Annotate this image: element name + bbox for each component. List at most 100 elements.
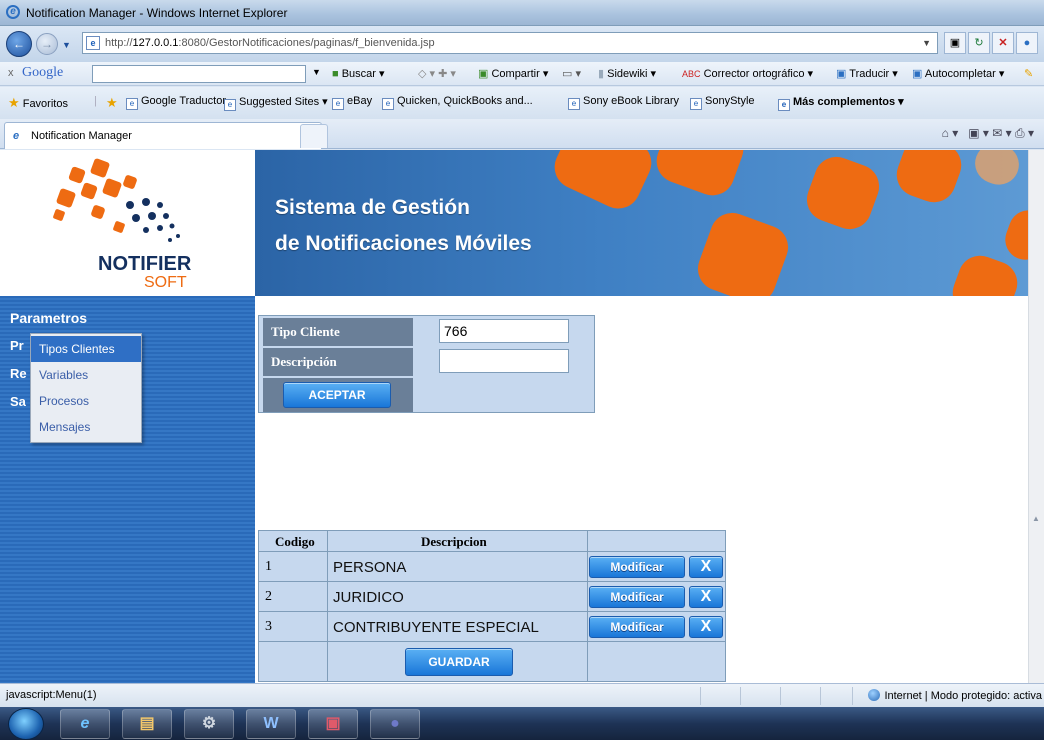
sidebar-heading[interactable]: Parametros: [10, 310, 87, 326]
sidewiki-button[interactable]: ▮ Sidewiki ▾: [598, 67, 656, 80]
sidebar-item-hidden[interactable]: Sa: [10, 394, 26, 409]
table-row: 3 CONTRIBUYENTE ESPECIAL Modificar X: [259, 611, 725, 641]
tab-notification-manager[interactable]: e Notification Manager: [4, 122, 322, 149]
banner-title-line1: Sistema de Gestión: [275, 196, 470, 219]
page-icon: e: [382, 98, 394, 110]
menu-item-procesos[interactable]: Procesos: [31, 388, 141, 414]
status-divider: [780, 687, 781, 705]
modificar-button[interactable]: Modificar: [589, 586, 685, 608]
fav-sonystyle[interactable]: e SonyStyle: [690, 95, 755, 110]
banner-shape: [547, 150, 659, 216]
tipo-cliente-input[interactable]: 766: [439, 319, 569, 343]
search-dropdown-icon[interactable]: ▼: [312, 67, 321, 77]
guardar-button[interactable]: GUARDAR: [405, 648, 513, 676]
print-icon[interactable]: ⎙: [1015, 126, 1025, 140]
page-icon: e: [86, 36, 100, 50]
compatibility-icon[interactable]: ▣: [944, 32, 966, 54]
status-divider: [820, 687, 821, 705]
google-toolbar: x Google ▼ ■ Buscar ▾ ◇ ▾ ✚ ▾ ▣ Comparti…: [0, 62, 1044, 86]
taskbar-eclipse-icon[interactable]: ●: [370, 709, 420, 739]
column-header-descripcion: Descripcion: [421, 534, 487, 549]
sidewiki-icon: ▮: [598, 68, 605, 80]
status-text: javascript:Menu(1): [6, 689, 97, 701]
column-header-codigo: Codigo: [275, 534, 315, 549]
back-button[interactable]: ←: [6, 31, 32, 57]
taskbar-word-icon[interactable]: W: [246, 709, 296, 739]
header-banner: Sistema de Gestión de Notificaciones Móv…: [255, 150, 1028, 296]
fav-mas-complementos[interactable]: e Más complementos ▾: [778, 95, 904, 111]
row-codigo: 2: [265, 589, 272, 604]
sidebar-item-hidden[interactable]: Pr: [10, 338, 24, 353]
command-bar[interactable]: ⌂ ▾ ▣ ▾ ✉ ▾ ⎙ ▾: [942, 126, 1034, 141]
favbar-divider: |: [94, 95, 97, 107]
corrector-button[interactable]: ABC Corrector ortográfico ▾: [682, 67, 813, 80]
autofill-icon: ▣: [912, 68, 923, 80]
taskbar-explorer-icon[interactable]: ▤: [122, 709, 172, 739]
page-scrollbar[interactable]: ▲: [1028, 150, 1044, 683]
google-search-input[interactable]: [92, 65, 306, 83]
descripcion-input[interactable]: [439, 349, 569, 373]
row-codigo: 3: [265, 619, 272, 634]
live-search-icon[interactable]: ●: [1016, 32, 1038, 54]
tipo-cliente-label: Tipo Cliente: [263, 318, 413, 346]
add-favorite-icon[interactable]: ★: [106, 95, 118, 111]
window-icon[interactable]: ▭ ▾: [562, 67, 581, 80]
aceptar-button[interactable]: ACEPTAR: [283, 382, 391, 408]
window-title: Notification Manager - Windows Internet …: [26, 6, 288, 20]
modificar-button[interactable]: Modificar: [589, 616, 685, 638]
autocompletar-button[interactable]: ▣ Autocompletar ▾: [912, 67, 1004, 80]
logo-graphic-icon: NOTIFIER SOFT: [53, 158, 192, 291]
row-codigo: 1: [265, 559, 272, 574]
address-bar[interactable]: e http://127.0.0.1:8080/GestorNotificaci…: [82, 32, 938, 54]
pencil-icon[interactable]: ✎: [1024, 67, 1033, 80]
start-button[interactable]: [8, 708, 44, 740]
toolbar-icons[interactable]: ◇ ▾ ✚ ▾: [418, 67, 456, 80]
tipo-cliente-form: Tipo Cliente 766 Descripción ACEPTAR: [258, 315, 595, 413]
scroll-up-icon[interactable]: ▲: [1032, 514, 1040, 523]
fav-sony-ebook[interactable]: e Sony eBook Library: [568, 95, 679, 110]
forward-button[interactable]: →: [36, 33, 58, 55]
banner-shape: [691, 206, 795, 296]
descripcion-label: Descripción: [263, 348, 413, 376]
parametros-dropdown: Tipos Clientes Variables Procesos Mensaj…: [30, 333, 142, 443]
menu-item-tipos-clientes[interactable]: Tipos Clientes: [31, 336, 141, 362]
stop-icon[interactable]: ✕: [992, 32, 1014, 54]
menu-item-mensajes[interactable]: Mensajes: [31, 414, 141, 440]
row-descripcion: PERSONA: [333, 559, 407, 576]
globe-icon: [868, 689, 881, 701]
favorites-bar: ★ Favoritos | ★ e Google Traductor e Sugge…: [0, 87, 1044, 119]
fav-ebay[interactable]: e eBay: [332, 95, 372, 110]
history-dropdown-icon[interactable]: ▼: [62, 40, 71, 50]
toolbar-close-icon[interactable]: x: [8, 67, 14, 79]
delete-icon[interactable]: X: [689, 556, 723, 578]
notifier-logo: NOTIFIER SOFT: [0, 150, 255, 296]
new-tab-button[interactable]: [300, 124, 328, 148]
compartir-button[interactable]: ▣ Compartir ▾: [478, 67, 548, 80]
taskbar-database-icon[interactable]: ▣: [308, 709, 358, 739]
delete-icon[interactable]: X: [689, 586, 723, 608]
buscar-button[interactable]: ■ Buscar ▾: [332, 67, 385, 80]
taskbar-settings-icon[interactable]: ⚙: [184, 709, 234, 739]
taskbar-ie-icon[interactable]: e: [60, 709, 110, 739]
fav-suggested-sites[interactable]: e Suggested Sites ▾: [224, 95, 328, 111]
modificar-button[interactable]: Modificar: [589, 556, 685, 578]
refresh-icon[interactable]: ↻: [968, 32, 990, 54]
sidebar-item-hidden[interactable]: Re: [10, 366, 27, 381]
address-dropdown-icon[interactable]: ▼: [922, 38, 931, 48]
table-row: 1 PERSONA Modificar X: [259, 551, 725, 581]
page-icon: e: [690, 98, 702, 110]
star-icon: ★: [8, 95, 20, 110]
feeds-icon[interactable]: ▣: [968, 126, 979, 140]
mail-icon[interactable]: ✉: [992, 126, 1002, 140]
home-icon[interactable]: ⌂: [942, 126, 949, 140]
favoritos-button[interactable]: ★ Favoritos: [8, 95, 68, 111]
delete-icon[interactable]: X: [689, 616, 723, 638]
logo-text-sub: SOFT: [144, 274, 187, 291]
fav-quicken[interactable]: e Quicken, QuickBooks and...: [382, 95, 533, 110]
traducir-button[interactable]: ▣ Traducir ▾: [836, 67, 898, 80]
security-zone[interactable]: Internet | Modo protegido: activa: [868, 689, 1042, 702]
table-row: 2 JURIDICO Modificar X: [259, 581, 725, 611]
fav-google-traductor[interactable]: e Google Traductor: [126, 95, 226, 110]
menu-item-variables[interactable]: Variables: [31, 362, 141, 388]
status-divider: [700, 687, 701, 705]
